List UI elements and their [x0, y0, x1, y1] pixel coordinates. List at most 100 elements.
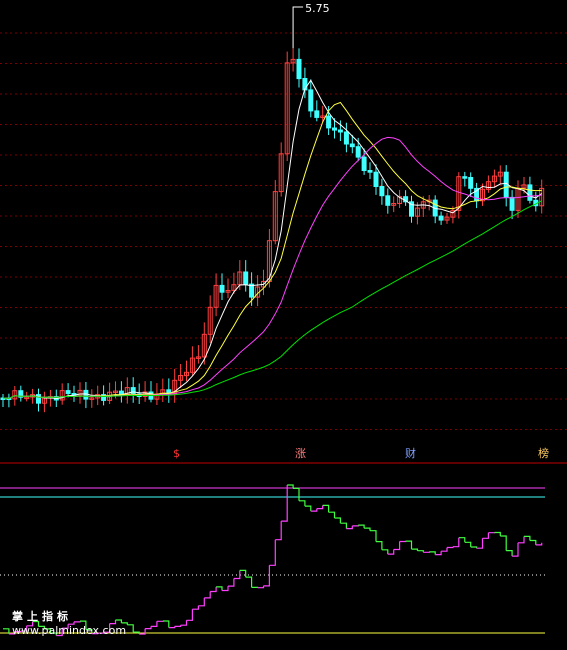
indicator-step — [381, 549, 389, 555]
candle-body — [527, 184, 533, 201]
indicator-step — [529, 539, 537, 545]
indicator-step — [233, 570, 241, 580]
indicator-step — [145, 626, 152, 630]
watermark-title: 掌上指标 — [12, 610, 72, 623]
indicator-step — [435, 551, 442, 556]
candle-body — [468, 177, 474, 189]
candle-body — [349, 143, 355, 148]
indicator-step — [239, 569, 247, 578]
peak-price-label: 5.75 — [305, 2, 330, 15]
indicator-step — [506, 550, 513, 557]
signal-label: 榜 — [538, 447, 549, 460]
indicator-step — [299, 500, 306, 507]
grid-lines — [0, 32, 567, 430]
peak-marker: 5.75 — [292, 2, 330, 49]
indicator-step — [127, 624, 134, 633]
candle-body — [343, 131, 349, 145]
candle-body — [219, 284, 225, 293]
indicator-step — [180, 620, 188, 626]
indicator-step — [281, 485, 288, 522]
indicator-step — [458, 537, 466, 543]
signal-label: $ — [173, 447, 180, 460]
indicator-step — [512, 542, 519, 557]
candle-body — [326, 115, 332, 129]
signal-label: 财 — [405, 447, 416, 460]
indicator-step — [405, 540, 413, 550]
indicator-step — [245, 576, 253, 588]
indicator-step — [269, 539, 276, 566]
signal-label: 涨 — [295, 447, 306, 460]
candle-body — [83, 389, 89, 400]
candle-body — [130, 387, 136, 395]
indicator-step — [257, 585, 265, 589]
indicator-step — [370, 530, 377, 542]
indicator-step — [346, 525, 353, 530]
indicator-step — [376, 541, 383, 550]
indicator-step — [210, 586, 217, 593]
indicator-step — [518, 536, 525, 544]
candle-body — [373, 171, 379, 187]
indicator-step — [263, 565, 270, 587]
indicator-step — [186, 609, 193, 621]
indicator-step — [500, 535, 507, 551]
indicator-step — [417, 550, 424, 553]
indicator-step — [524, 535, 531, 541]
indicator-step — [174, 625, 182, 627]
indicator-step — [447, 546, 454, 549]
indicator-step — [482, 532, 489, 539]
indicator-step — [429, 551, 436, 555]
moving-averages — [2, 79, 542, 400]
watermark: 掌上指标 www.palmindex.com — [12, 610, 126, 638]
indicator-step — [168, 626, 176, 629]
indicator-step — [358, 524, 365, 529]
indicator-step — [222, 586, 229, 592]
indicator-step — [151, 621, 158, 627]
indicator-step — [393, 541, 401, 551]
candle-body — [337, 129, 343, 133]
candle-body — [462, 176, 468, 179]
indicator-step — [275, 521, 282, 541]
candle-body — [243, 271, 249, 285]
indicator-step — [228, 578, 235, 587]
indicator-step — [494, 531, 501, 536]
indicator-step — [411, 548, 418, 551]
candle-body — [385, 195, 391, 206]
candle-body — [332, 127, 337, 131]
candle-body — [379, 186, 385, 197]
indicator-step — [198, 597, 205, 607]
indicator-step — [364, 527, 371, 531]
chart-canvas: 5.75 — [0, 2, 567, 637]
indicator-step — [441, 547, 448, 552]
candle-body — [308, 89, 314, 112]
candle-body — [355, 146, 361, 158]
indicator-step — [334, 517, 341, 524]
candlesticks — [0, 48, 545, 413]
candle-body — [65, 390, 71, 395]
indicator-step — [192, 605, 199, 610]
indicator-step — [304, 505, 312, 512]
indicator-step — [387, 549, 395, 555]
indicator-step — [316, 505, 324, 510]
indicator-step — [535, 542, 543, 546]
indicator-step — [470, 546, 478, 549]
indicator-step — [293, 487, 300, 501]
candle-body — [438, 215, 444, 221]
peak-leader-line — [292, 6, 304, 49]
indicator-step — [216, 586, 223, 591]
indicator-step — [310, 508, 318, 512]
candle-body — [361, 156, 367, 172]
indicator-step — [452, 537, 460, 548]
ma-mid-line — [2, 101, 542, 399]
indicator-step — [328, 511, 336, 518]
watermark-url: www.palmindex.com — [12, 624, 127, 637]
candle-body — [314, 110, 320, 118]
candle-body — [296, 58, 302, 80]
candle-body — [367, 170, 373, 173]
ma-short-line — [2, 79, 542, 400]
indicator-step — [340, 522, 347, 529]
indicator-step — [322, 504, 330, 513]
indicator-step — [464, 541, 472, 547]
candle-body — [509, 196, 515, 211]
indicator-step — [352, 525, 359, 527]
indicator-step — [204, 591, 211, 599]
